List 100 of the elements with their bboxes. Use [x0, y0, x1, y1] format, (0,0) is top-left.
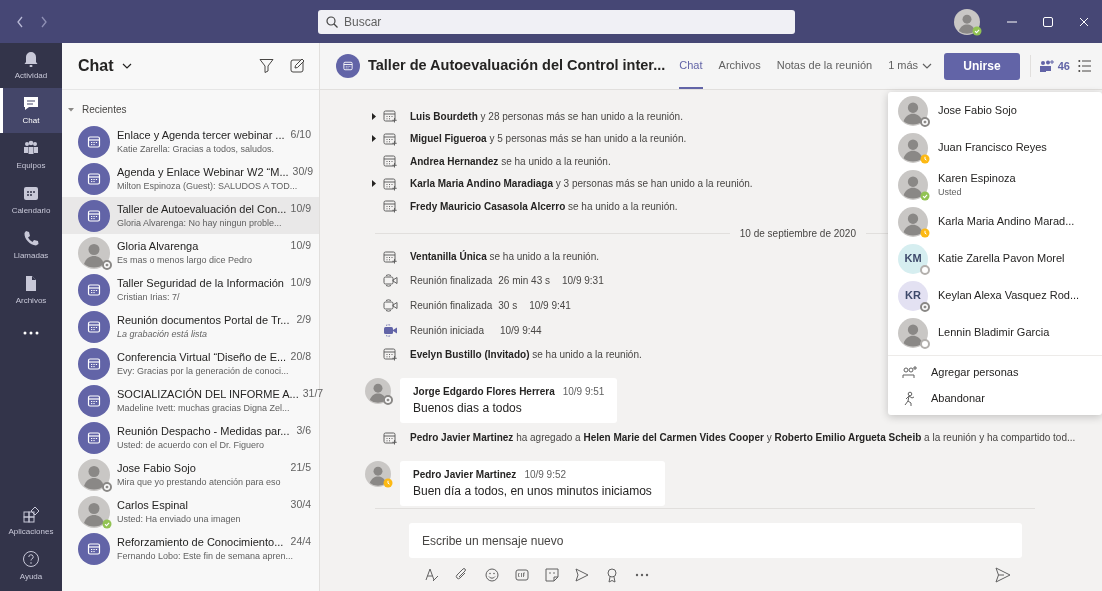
participant-name: Katie Zarella Pavon Morel — [938, 251, 1065, 267]
event-text: Fredy Mauricio Casasola Alcerro se ha unido a la reunión. — [410, 199, 678, 214]
event-text: Reunión finalizada — [410, 299, 493, 313]
tab[interactable]: Notas de la reunión — [776, 43, 873, 89]
chat-preview: Katie Zarella: Gracias a todos, saludos. — [117, 143, 276, 156]
message-author: Pedro Javier Martinez — [413, 468, 517, 482]
chat-title: Conferencia Virtual “Diseño de E... — [117, 349, 287, 365]
chat-preview: La grabación está lista — [117, 328, 209, 341]
event-text: Evelyn Bustillo (Invitado) se ha unido a la reunión. — [410, 347, 642, 362]
meeting-title: Taller de Autoevaluación del Control inter... — [368, 56, 666, 76]
event-time: 10/9 9:41 — [529, 299, 571, 313]
participant-item[interactable]: KM Katie Zarella Pavon Morel — [888, 240, 1102, 277]
chat-preview: Evy: Gracias por la generación de conoci... — [117, 365, 290, 378]
rail-tab[interactable]: Llamadas — [0, 223, 62, 268]
chat-date: 31/7 — [302, 385, 324, 401]
participant-name: Jose Fabio Sojo — [938, 103, 1017, 119]
chat-item[interactable]: Enlace y Agenda tercer webinar ... 6/10 Katie Zarella: Gracias a todos, saludos. — [62, 123, 319, 160]
chat-item[interactable]: Conferencia Virtual “Diseño de E... 20/8 Evy: Gracias por la generación de conoci... — [62, 345, 319, 382]
rail-tab[interactable]: Aplicaciones — [0, 499, 62, 544]
chat-preview: Usted: de acuerdo con el Dr. Figuero — [117, 439, 266, 452]
chat-item[interactable]: Reunión Despacho - Medidas par... 3/6 Usted: de acuerdo con el Dr. Figuero — [62, 419, 319, 456]
chat-preview: Fernando Lobo: Este fin de semana apren... — [117, 550, 295, 563]
message-text: Buenos dias a todos — [413, 399, 523, 417]
tab[interactable]: Chat — [679, 43, 703, 89]
participant-item[interactable]: Karen Espinoza Usted — [888, 166, 1102, 203]
participant-item[interactable]: Lennin Bladimir Garcia — [888, 314, 1102, 351]
rail-tab[interactable]: Equipos — [0, 133, 62, 178]
event-text: Reunión iniciada — [410, 324, 484, 338]
rail-tab[interactable]: Calendario — [0, 178, 62, 223]
initials-avatar: KR — [898, 280, 928, 311]
chat-item[interactable]: Reforzamiento de Conocimiento... 24/4 Fernando Lobo: Este fin de semana apren... — [62, 530, 319, 567]
participant-item[interactable]: Karla Maria Andino Marad... — [888, 203, 1102, 240]
chat-title: Reunión documentos Portal de Tr... — [117, 312, 290, 328]
chat-title: Gloria Alvarenga — [117, 238, 199, 254]
tab[interactable]: Archivos — [718, 43, 761, 89]
message-input[interactable]: Escribe un mensaje nuevo — [409, 523, 1022, 558]
chat-preview: Gloria Alvarenga: No hay ningun proble... — [117, 217, 283, 230]
date-divider: 10 de septiembre de 2020 — [739, 227, 856, 241]
event-text: Pedro Javier Martinez ha agregado a Helen Marie del Carmen Vides Cooper y Roberto Emilio Argueta Scheib a la reunión y ha compartido tod... — [410, 431, 1076, 446]
chat-title: Carlos Espinal — [117, 497, 188, 513]
event-duration: 30 s — [498, 299, 518, 313]
chat-title: Jose Fabio Sojo — [117, 460, 196, 476]
message-time: 10/9 9:51 — [562, 384, 605, 399]
chat-title: Taller Seguridad de la Información — [117, 275, 284, 291]
chat-item[interactable]: Taller de Autoevaluación del Con... 10/9 Gloria Alvarenga: No hay ningun proble... — [62, 197, 319, 234]
panel-action[interactable]: Abandonar — [888, 385, 1102, 411]
more-tabs[interactable]: 1 más — [888, 43, 933, 89]
chat-date: 21/5 — [290, 459, 311, 475]
event-text: Andrea Hernandez se ha unido a la reunión. — [410, 154, 611, 169]
chat-date: 30/9 — [292, 163, 314, 179]
join-button[interactable]: Unirse — [944, 52, 1020, 80]
chat-preview: Es mas o menos largo dice Pedro — [117, 254, 254, 267]
participant-name: Karen Espinoza — [938, 170, 1016, 186]
chat-menu[interactable]: Chat — [78, 54, 132, 78]
participant-item[interactable]: Juan Francisco Reyes — [888, 129, 1102, 166]
chat-preview: Usted: Ha enviado una imagen — [117, 513, 242, 526]
rail-tab[interactable]: Chat — [0, 88, 62, 133]
rail-tab[interactable]: Ayuda — [0, 544, 62, 589]
participants-button[interactable]: 46 — [1038, 57, 1070, 75]
participant-name: Juan Francisco Reyes — [938, 140, 1047, 156]
search-field[interactable]: Buscar — [318, 9, 795, 34]
chat-date: 10/9 — [290, 200, 311, 216]
chat-title: Enlace y Agenda tercer webinar ... — [117, 127, 285, 143]
panel-action[interactable]: Agregar personas — [888, 359, 1102, 385]
chat-item[interactable]: Gloria Alvarenga 10/9 Es mas o menos largo dice Pedro — [62, 234, 319, 271]
message-text: Buen día a todos, en unos minutos iniciamos — [413, 483, 652, 500]
chat-date: 3/6 — [296, 422, 311, 438]
chat-item[interactable]: Taller Seguridad de la Información 10/9 Cristian Irias: 7/ — [62, 271, 319, 308]
chat-date: 6/10 — [290, 126, 311, 142]
rail-tab[interactable]: Actividad — [0, 43, 62, 88]
chat-title: Taller de Autoevaluación del Con... — [117, 201, 287, 217]
chat-item[interactable]: Agenda y Enlace Webinar W2 “M... 30/9 Milton Espinoza (Guest): SALUDOS A TOD... — [62, 160, 319, 197]
chat-title: Reforzamiento de Conocimiento... — [117, 534, 284, 550]
event-text: Luis Bourdeth y 28 personas más se han unido a la reunión. — [410, 109, 683, 124]
participant-item[interactable]: KR Keylan Alexa Vasquez Rod... — [888, 277, 1102, 314]
participant-name: Karla Maria Andino Marad... — [938, 214, 1075, 230]
message-time: 10/9 9:52 — [524, 468, 567, 482]
chat-preview: Mira que yo prestando atención para eso — [117, 476, 282, 489]
chat-item[interactable]: Jose Fabio Sojo 21/5 Mira que yo prestando atención para eso — [62, 456, 319, 493]
participant-name: Lennin Bladimir Garcia — [938, 325, 1050, 341]
chat-preview: Cristian Irias: 7/ — [117, 291, 181, 304]
chat-date: 10/9 — [290, 237, 311, 253]
message-author: Jorge Edgardo Flores Herrera — [413, 384, 555, 399]
section-heading: Recientes — [82, 103, 127, 117]
chat-date: 20/8 — [290, 348, 311, 364]
initials-avatar: KM — [898, 243, 928, 274]
chat-item[interactable]: Reunión documentos Portal de Tr... 2/9 La grabación está lista — [62, 308, 319, 345]
chat-date: 30/4 — [290, 496, 311, 512]
chat-preview: Milton Espinoza (Guest): SALUDOS A TOD... — [117, 180, 299, 193]
event-time: 10/9 9:44 — [499, 324, 542, 338]
rail-tab[interactable]: Archivos — [0, 268, 62, 313]
chat-date: 24/4 — [290, 533, 311, 549]
participant-name: Keylan Alexa Vasquez Rod... — [938, 288, 1080, 304]
event-duration: 26 min 43 s — [498, 274, 550, 288]
event-text: Karla Maria Andino Maradiaga y 3 personas más se han unido a la reunión. — [410, 177, 753, 192]
event-text: Miguel Figueroa y 5 personas más se han unido a la reunión. — [410, 132, 687, 147]
participant-role: Usted — [938, 186, 963, 199]
participant-item[interactable]: Jose Fabio Sojo — [888, 92, 1102, 129]
chat-item[interactable]: Carlos Espinal 30/4 Usted: Ha enviado una imagen — [62, 493, 319, 530]
chat-title: SOCIALIZACIÓN DEL INFORME A... — [117, 386, 299, 402]
